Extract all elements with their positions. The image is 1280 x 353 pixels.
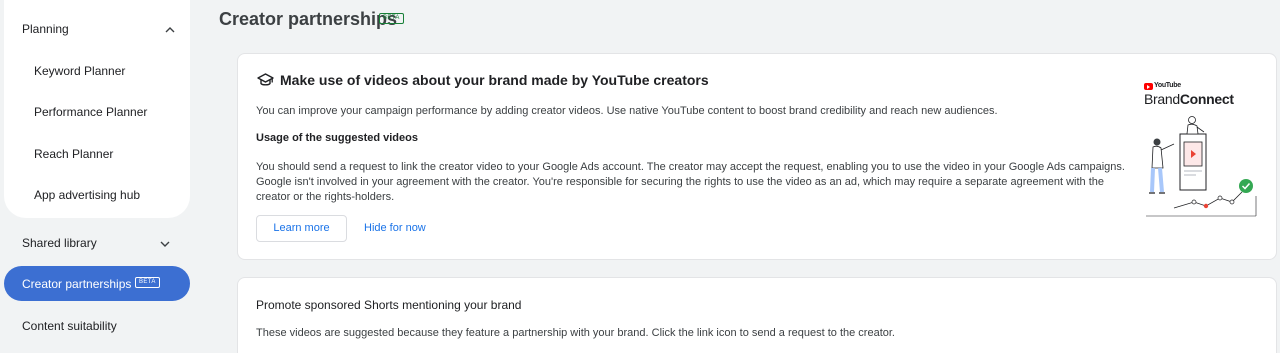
card-heading: Make use of videos about your brand made… [280, 72, 709, 88]
page-title: Creator partnerships [219, 9, 398, 29]
sidebar-item-shared-library[interactable]: Shared library [22, 236, 170, 250]
sidebar-item-content-suitability[interactable]: Content suitability [22, 319, 117, 333]
card-description: These videos are suggested because they … [256, 327, 895, 339]
sidebar-item-reach-planner[interactable]: Reach Planner [34, 147, 113, 161]
sidebar-item-app-advertising-hub[interactable]: App advertising hub [34, 188, 140, 202]
card-heading: Promote sponsored Shorts mentioning your… [256, 298, 522, 312]
sidebar-item-creator-partnerships[interactable]: Creator partnerships BETA [4, 266, 190, 301]
sidebar-item-keyword-planner[interactable]: Keyword Planner [34, 64, 125, 78]
usage-subheading: Usage of the suggested videos [256, 132, 418, 144]
beta-badge: BETA [135, 277, 160, 288]
sidebar-item-performance-planner[interactable]: Performance Planner [34, 105, 147, 119]
brandconnect-logo: BrandConnect [1144, 91, 1234, 107]
page-beta-badge: BETA [379, 13, 404, 24]
creator-videos-card: Make use of videos about your brand made… [237, 53, 1277, 260]
planning-section: Planning Keyword Planner Performance Pla… [4, 0, 190, 218]
app-root: Planning Keyword Planner Performance Pla… [0, 0, 1280, 353]
usage-description: You should send a request to link the cr… [256, 161, 1125, 203]
creator-partnerships-label: Creator partnerships [22, 277, 132, 291]
graduation-cap-icon [257, 73, 274, 86]
chevron-up-icon[interactable] [164, 24, 176, 36]
card-description: You can improve your campaign performanc… [256, 105, 998, 117]
creator-illustration [1146, 116, 1257, 217]
shared-library-label: Shared library [22, 236, 97, 250]
chevron-down-icon[interactable] [159, 238, 171, 250]
sidebar-nav: Planning Keyword Planner Performance Pla… [0, 0, 205, 353]
planning-header[interactable]: Planning [22, 22, 182, 38]
sponsored-shorts-card: Promote sponsored Shorts mentioning your… [237, 277, 1277, 353]
brandconnect-illustration: YouTube BrandConnect [1144, 80, 1259, 220]
hide-for-now-button[interactable]: Hide for now [364, 222, 426, 234]
learn-more-button[interactable]: Learn more [256, 215, 347, 242]
planning-label: Planning [22, 22, 69, 36]
